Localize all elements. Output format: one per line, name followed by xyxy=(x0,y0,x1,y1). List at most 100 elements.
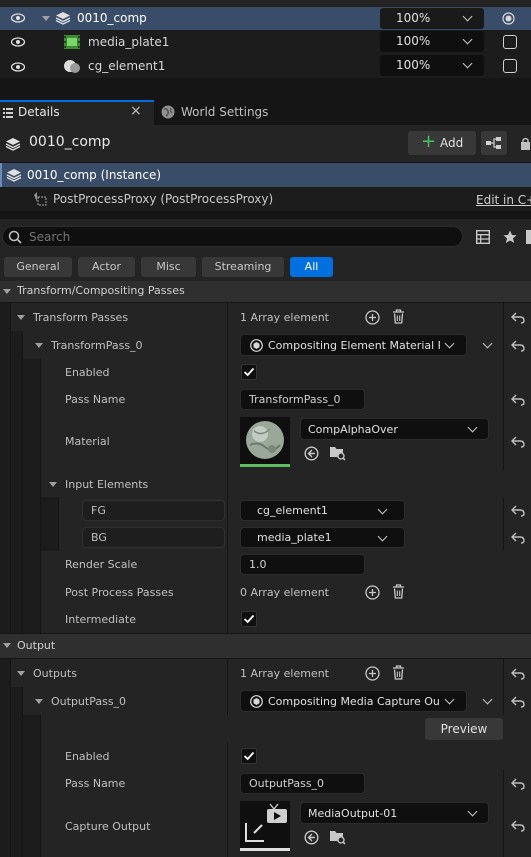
outliner-row-media-plate1[interactable]: media_plate1 100% xyxy=(0,30,531,54)
visibility-eye-icon[interactable] xyxy=(10,37,26,50)
component-proxy-row[interactable]: PostProcessProxy (PostProcessProxy) Edit… xyxy=(0,187,531,211)
fg-element-dropdown[interactable]: cg_element1 xyxy=(240,500,405,521)
collapse-arrow-icon[interactable] xyxy=(3,643,11,648)
prop-render-scale: Render Scale 1.0 xyxy=(0,551,531,578)
visibility-eye-icon[interactable] xyxy=(10,62,26,75)
media-output-thumbnail[interactable] xyxy=(240,801,290,851)
filter-all[interactable]: All xyxy=(290,257,333,277)
proxy-label: PostProcessProxy (PostProcessProxy) xyxy=(53,192,274,206)
comp-layers-icon xyxy=(55,10,71,29)
material-picker-dropdown[interactable]: CompAlphaOver xyxy=(300,418,489,440)
category-transform[interactable]: Transform/Compositing Passes xyxy=(0,281,531,302)
reset-arrow-icon[interactable] xyxy=(511,340,525,355)
outliner-row-0010-comp[interactable]: 0010_comp 100% xyxy=(0,7,531,30)
prop-label: Transform Passes xyxy=(33,311,129,324)
star-icon[interactable] xyxy=(503,230,517,247)
expand-arrow-icon[interactable] xyxy=(42,16,50,21)
settings-gear-icon[interactable] xyxy=(526,230,531,244)
outliner-item-name: media_plate1 xyxy=(88,35,170,49)
expand-arrow-icon[interactable] xyxy=(35,343,43,348)
collapse-arrow-icon[interactable] xyxy=(3,289,11,294)
opacity-dropdown[interactable]: 100% xyxy=(380,8,484,29)
prop-output-pass0: OutputPass_0 Compositing Media Capture O… xyxy=(0,687,531,715)
material-thumbnail[interactable] xyxy=(240,417,290,467)
checkbox-square-icon[interactable] xyxy=(503,59,517,73)
opacity-dropdown[interactable]: 100% xyxy=(380,55,484,76)
filter-actor[interactable]: Actor xyxy=(78,257,135,277)
browse-folder-icon[interactable] xyxy=(329,829,346,848)
class-picker-dropdown[interactable]: Compositing Element Material Pass xyxy=(240,334,467,356)
prop-label: OutputPass_0 xyxy=(51,695,127,708)
filter-streaming[interactable]: Streaming xyxy=(202,257,284,277)
filter-misc[interactable]: Misc xyxy=(141,257,196,277)
intermediate-checkbox[interactable] xyxy=(241,611,257,627)
chevron-down-icon xyxy=(467,422,478,433)
opacity-value: 100% xyxy=(396,34,431,48)
add-element-icon[interactable] xyxy=(365,585,380,603)
reset-arrow-icon[interactable] xyxy=(511,505,525,520)
preview-button[interactable]: Preview xyxy=(425,718,503,740)
tab-world-settings[interactable]: World Settings xyxy=(154,100,531,125)
trash-icon[interactable] xyxy=(392,309,405,327)
search-field[interactable] xyxy=(2,226,463,247)
bg-element-dropdown[interactable]: media_plate1 xyxy=(240,527,405,548)
reset-arrow-icon[interactable] xyxy=(511,532,525,547)
reset-arrow-icon[interactable] xyxy=(511,778,525,793)
capture-output-dropdown[interactable]: MediaOutput-01 xyxy=(300,802,489,824)
fg-key-field[interactable]: FG xyxy=(82,500,225,521)
prop-value: 1 Array element xyxy=(240,311,329,324)
prop-label: Material xyxy=(65,435,110,448)
capture-output-value: MediaOutput-01 xyxy=(308,807,398,820)
enabled-checkbox[interactable] xyxy=(241,364,257,380)
add-element-icon[interactable] xyxy=(365,666,380,684)
add-component-button[interactable]: + Add xyxy=(408,131,476,155)
post-process-icon xyxy=(31,192,47,209)
expand-arrow-icon[interactable] xyxy=(49,482,57,487)
add-element-icon[interactable] xyxy=(365,310,380,328)
search-input[interactable] xyxy=(29,228,449,245)
category-output[interactable]: Output xyxy=(0,634,531,658)
output-enabled-checkbox[interactable] xyxy=(241,748,257,764)
reset-arrow-icon[interactable] xyxy=(511,668,525,683)
trash-icon[interactable] xyxy=(392,584,405,602)
expand-arrow-icon[interactable] xyxy=(17,671,25,676)
render-scale-input[interactable]: 1.0 xyxy=(240,554,365,575)
prop-fg: FG cg_element1 xyxy=(0,497,531,524)
table-view-icon[interactable] xyxy=(475,229,491,247)
prop-label: Pass Name xyxy=(65,393,126,406)
tab-details[interactable]: Details × xyxy=(0,100,154,125)
chevron-down-icon xyxy=(444,338,455,349)
component-instance-row[interactable]: 0010_comp (Instance) xyxy=(0,163,531,187)
browse-folder-icon[interactable] xyxy=(329,445,346,464)
reset-arrow-icon[interactable] xyxy=(511,394,525,409)
prop-pass-name: Pass Name TransformPass_0 xyxy=(0,386,531,413)
class-picker-dropdown[interactable]: Compositing Media Capture Output xyxy=(240,690,467,712)
reset-arrow-icon[interactable] xyxy=(511,312,525,327)
use-selected-arrow-icon[interactable] xyxy=(304,830,319,848)
chevron-down-icon xyxy=(377,504,388,515)
reset-arrow-icon[interactable] xyxy=(511,436,525,451)
opacity-dropdown[interactable]: 100% xyxy=(380,31,484,52)
pass-name-input[interactable]: TransformPass_0 xyxy=(240,389,365,410)
expand-arrow-icon[interactable] xyxy=(35,699,43,704)
blueprint-button[interactable] xyxy=(481,131,507,155)
trash-icon[interactable] xyxy=(392,665,405,683)
prop-label: Outputs xyxy=(33,667,77,680)
filter-general[interactable]: General xyxy=(4,257,72,277)
lock-icon[interactable] xyxy=(520,137,531,153)
reset-arrow-icon[interactable] xyxy=(511,820,525,835)
visibility-eye-icon[interactable] xyxy=(10,13,26,26)
category-label: Transform/Compositing Passes xyxy=(17,284,185,297)
status-dot-icon xyxy=(502,12,515,28)
output-pass-name-input[interactable]: OutputPass_0 xyxy=(240,773,365,794)
comp-layers-icon xyxy=(6,167,22,186)
use-selected-arrow-icon[interactable] xyxy=(304,446,319,464)
outliner-row-cg-element1[interactable]: cg_element1 100% xyxy=(0,54,531,78)
edit-in-cpp-link[interactable]: Edit in C++ xyxy=(476,193,531,207)
expand-arrow-icon[interactable] xyxy=(17,315,25,320)
reset-arrow-icon[interactable] xyxy=(511,696,525,711)
checkbox-square-icon[interactable] xyxy=(503,35,517,49)
bg-key-field[interactable]: BG xyxy=(82,527,225,548)
close-icon[interactable]: × xyxy=(130,103,142,119)
details-header: 0010_comp + Add xyxy=(0,125,531,162)
